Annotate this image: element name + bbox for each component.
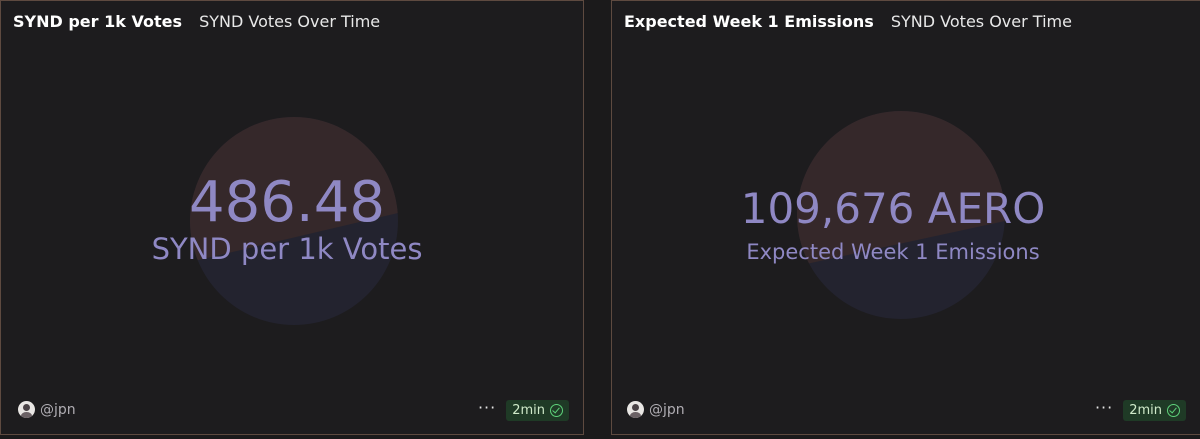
panel-footer-actions: ··· 2min: [1095, 399, 1186, 421]
counter-panel-expected-week-1-emissions: Expected Week 1 Emissions SYND Votes Ove…: [611, 0, 1200, 435]
author-handle: @jpn: [40, 401, 76, 418]
panel-header: Expected Week 1 Emissions SYND Votes Ove…: [624, 12, 1072, 32]
panel-footer-actions: ··· 2min: [478, 399, 569, 421]
counter-value: 486.48: [189, 170, 385, 235]
panel-title[interactable]: SYND per 1k Votes: [13, 12, 182, 31]
avatar: [18, 401, 35, 418]
refresh-status-badge[interactable]: 2min: [1123, 400, 1186, 421]
avatar: [627, 401, 644, 418]
panel-title[interactable]: Expected Week 1 Emissions: [624, 12, 874, 31]
tab-synd-votes-over-time[interactable]: SYND Votes Over Time: [199, 12, 380, 31]
counter-label: Expected Week 1 Emissions: [746, 240, 1040, 264]
ellipsis-icon[interactable]: ···: [1095, 399, 1113, 420]
author-handle: @jpn: [649, 401, 685, 418]
tab-synd-votes-over-time[interactable]: SYND Votes Over Time: [891, 12, 1072, 31]
refresh-interval: 2min: [512, 403, 545, 418]
refresh-interval: 2min: [1129, 403, 1162, 418]
ellipsis-icon[interactable]: ···: [478, 399, 496, 420]
counter-value: 109,676 AERO: [740, 184, 1046, 233]
counter-panel-synd-per-1k-votes: SYND per 1k Votes SYND Votes Over Time 4…: [0, 0, 584, 435]
dashboard: SYND per 1k Votes SYND Votes Over Time 4…: [0, 0, 1200, 439]
refresh-status-badge[interactable]: 2min: [506, 400, 569, 421]
author[interactable]: @jpn: [627, 401, 685, 418]
check-circle-icon: [1167, 404, 1180, 417]
panel-header: SYND per 1k Votes SYND Votes Over Time: [13, 12, 380, 32]
author[interactable]: @jpn: [18, 401, 76, 418]
counter-label: SYND per 1k Votes: [151, 232, 423, 266]
check-circle-icon: [550, 404, 563, 417]
